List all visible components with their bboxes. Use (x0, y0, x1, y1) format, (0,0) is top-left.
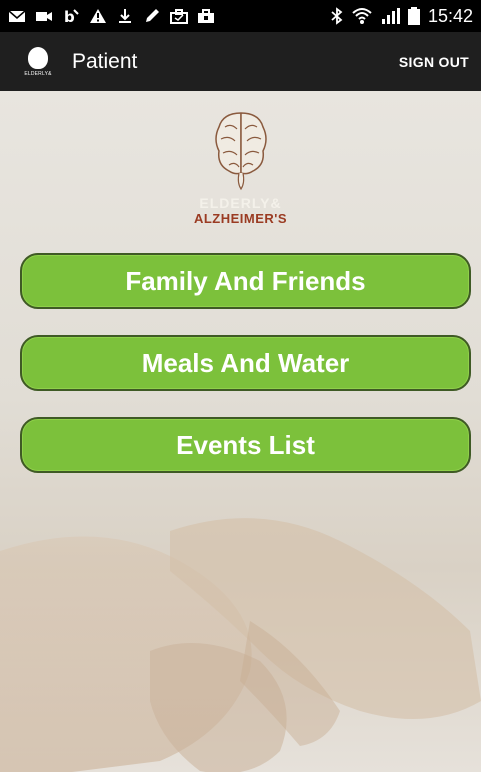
main-content: ELDERLY& ALZHEIMER'S Family And Friends … (0, 91, 481, 772)
briefcase-icon (170, 9, 188, 24)
video-icon (36, 12, 52, 21)
system-icons: 15:42 (330, 6, 473, 27)
app-logo[interactable]: ELDERLY& (18, 41, 58, 82)
svg-text:b: b (64, 8, 75, 24)
events-list-button[interactable]: Events List (20, 417, 471, 473)
wifi-icon (352, 8, 372, 24)
phone-screen: b 15:42 ELDERLY& Patient SIGN OUT ELDERL… (0, 0, 481, 772)
brand-logo: ELDERLY& ALZHEIMER'S (0, 109, 481, 226)
app-logo-text: ELDERLY& (24, 70, 52, 77)
family-and-friends-button[interactable]: Family And Friends (20, 253, 471, 309)
warning-icon (90, 9, 106, 23)
logo-text-elderly: ELDERLY& (199, 195, 282, 211)
page-title: Patient (72, 49, 138, 73)
notification-icons: b (8, 8, 215, 24)
logo-text-alzheimers: ALZHEIMER'S (193, 211, 288, 226)
status-bar: b 15:42 (0, 0, 481, 32)
sign-out-button[interactable]: SIGN OUT (399, 54, 469, 70)
clock: 15:42 (427, 5, 473, 26)
pen-icon (146, 9, 159, 22)
signal-icon (381, 8, 400, 24)
briefcase-icon (198, 9, 214, 23)
b-icon: b (64, 8, 79, 24)
brain-icon (214, 112, 267, 191)
app-logo-icon (28, 46, 48, 69)
meals-and-water-button[interactable]: Meals And Water (20, 335, 471, 391)
download-icon (119, 9, 131, 23)
bluetooth-icon (331, 7, 343, 25)
battery-icon (407, 7, 420, 25)
action-bar: ELDERLY& Patient SIGN OUT (0, 32, 481, 91)
holding-hands-background (0, 518, 481, 772)
mail-icon (8, 10, 26, 22)
